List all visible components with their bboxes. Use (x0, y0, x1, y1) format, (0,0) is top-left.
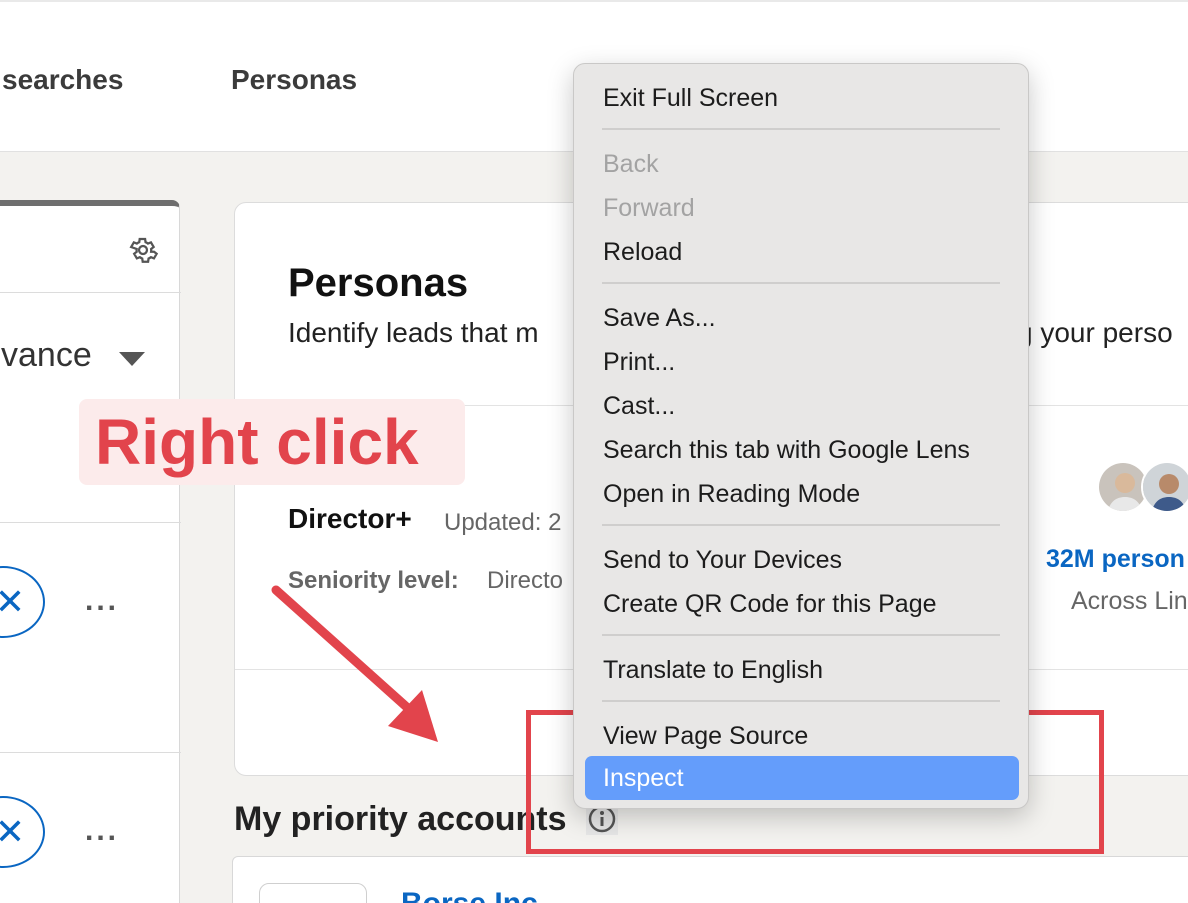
chevron-down-icon[interactable] (119, 352, 145, 366)
menu-separator (602, 700, 1000, 702)
menu-item-inspect[interactable]: Inspect (585, 756, 1019, 800)
account-logo (259, 883, 367, 903)
menu-item-print[interactable]: Print... (603, 348, 675, 377)
dismiss-button[interactable]: ✕ (0, 796, 45, 868)
persons-count-link[interactable]: 32M person (1046, 545, 1185, 574)
menu-item-translate[interactable]: Translate to English (603, 656, 823, 685)
card-subtitle: Identify leads that m (288, 317, 539, 348)
menu-item-cast[interactable]: Cast... (603, 392, 675, 421)
menu-item-google-lens[interactable]: Search this tab with Google Lens (603, 436, 970, 465)
panel-divider (0, 752, 181, 753)
tab-saved-searches[interactable]: searches (2, 64, 123, 96)
close-icon: ✕ (0, 811, 25, 852)
menu-separator (602, 634, 1000, 636)
menu-item-send-to-devices[interactable]: Send to Your Devices (603, 546, 842, 575)
menu-item-inspect-label: Inspect (603, 764, 684, 792)
persona-updated: Updated: 2 (444, 509, 562, 536)
menu-item-reading-mode[interactable]: Open in Reading Mode (603, 480, 860, 509)
card-subtitle-continued: g your perso (1017, 317, 1173, 348)
menu-separator (602, 524, 1000, 526)
annotation-arrow-icon (271, 585, 438, 742)
menu-item-save-as[interactable]: Save As... (603, 304, 716, 333)
more-options-button[interactable]: ... (85, 584, 119, 618)
menu-item-back: Back (603, 150, 659, 178)
dismiss-button[interactable]: ✕ (0, 566, 45, 638)
menu-item-exit-full-screen[interactable]: Exit Full Screen (603, 84, 778, 113)
menu-item-qr-code[interactable]: Create QR Code for this Page (603, 590, 937, 619)
menu-item-forward: Forward (603, 194, 695, 222)
persons-scope: Across Lin (1071, 587, 1188, 615)
seniority-value: Directo (487, 567, 564, 594)
menu-separator (602, 282, 1000, 284)
avatar (1141, 461, 1188, 513)
panel-divider (0, 292, 181, 293)
menu-item-view-page-source[interactable]: View Page Source (603, 722, 808, 751)
priority-accounts-title: My priority accounts (234, 800, 567, 838)
annotation-label: Right click (79, 399, 465, 485)
menu-separator (602, 128, 1000, 130)
left-panel: vance ✕ ... ✕ ... (0, 200, 181, 903)
gear-icon[interactable] (125, 232, 161, 268)
persona-name[interactable]: Director+ (288, 503, 412, 535)
tab-personas[interactable]: Personas (231, 64, 357, 96)
menu-item-reload[interactable]: Reload (603, 238, 682, 267)
account-card[interactable]: Borse Inc (232, 856, 1188, 903)
close-icon: ✕ (0, 581, 25, 622)
account-name-link[interactable]: Borse Inc (401, 887, 538, 903)
context-menu: Exit Full Screen Back Forward Reload Sav… (573, 63, 1029, 809)
card-title: Personas (288, 261, 469, 305)
sort-dropdown-label[interactable]: vance (1, 336, 92, 375)
more-options-button[interactable]: ... (85, 814, 119, 848)
panel-divider (0, 522, 181, 523)
